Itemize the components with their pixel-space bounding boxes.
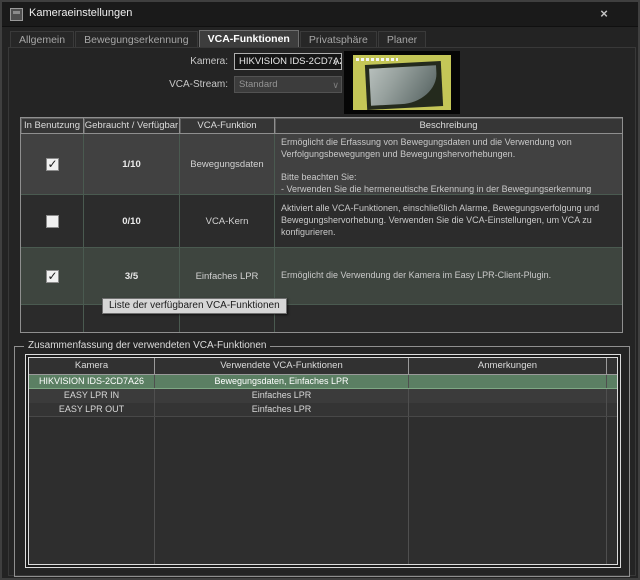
vca-stream-label: VCA-Stream:: [118, 79, 228, 90]
checkbox-vca-kern[interactable]: [46, 215, 59, 228]
camera-preview: [344, 51, 460, 114]
tab-bar: Allgemein Bewegungserkennung VCA-Funktio…: [10, 30, 427, 48]
summary-camera: HIKVISION IDS-2CD7A26: [29, 375, 155, 388]
vca-table-header: In Benutzung Gebraucht / Verfügbar VCA-F…: [21, 118, 622, 134]
tab-bewegungserkennung[interactable]: Bewegungserkennung: [75, 31, 198, 48]
camera-select[interactable]: HIKVISION IDS-2CD7A26 ∨: [234, 53, 342, 70]
tab-privatsphaere[interactable]: Privatsphäre: [300, 31, 377, 48]
summary-row-easy-lpr-in[interactable]: EASY LPR IN Einfaches LPR: [29, 389, 617, 403]
summary-row-hikvision[interactable]: HIKVISION IDS-2CD7A26 Bewegungsdaten, Ei…: [29, 375, 617, 389]
usage-value: 1/10: [84, 134, 180, 195]
summary-camera: EASY LPR OUT: [29, 403, 155, 416]
header-verwendete-vca-funktionen: Verwendete VCA-Funktionen: [155, 358, 409, 374]
summary-group-title: Zusammenfassung der verwendeten VCA-Funk…: [24, 340, 270, 351]
camera-preview-photo: [353, 55, 451, 110]
app-window-icon: [10, 8, 23, 21]
function-name: VCA-Kern: [180, 195, 275, 248]
tab-allgemein[interactable]: Allgemein: [10, 31, 74, 48]
header-vca-funktion: VCA-Funktion: [180, 118, 275, 134]
summary-functions: Einfaches LPR: [155, 403, 409, 416]
title-bar: Kameraeinstellungen ×: [2, 2, 638, 27]
vca-stream-select[interactable]: Standard ∨: [234, 76, 342, 93]
framed-road-scene: [365, 61, 443, 110]
chevron-down-icon: ∨: [332, 55, 339, 70]
function-description: Aktiviert alle VCA-Funktionen, einschlie…: [275, 195, 622, 248]
summary-row-easy-lpr-out[interactable]: EASY LPR OUT Einfaches LPR: [29, 403, 617, 417]
summary-table-frame: Kamera Verwendete VCA-Funktionen Anmerku…: [25, 354, 621, 568]
vca-stream-select-value: Standard: [239, 79, 278, 90]
camera-label: Kamera:: [118, 56, 228, 67]
close-icon[interactable]: ×: [596, 7, 612, 22]
usage-value: 3/5: [84, 248, 180, 305]
function-name: Einfaches LPR: [180, 248, 275, 305]
header-anmerkungen: Anmerkungen: [409, 358, 607, 374]
checkbox-einfaches-lpr[interactable]: [46, 270, 59, 283]
camera-select-value: HIKVISION IDS-2CD7A26: [239, 56, 342, 67]
chevron-down-icon: ∨: [332, 78, 339, 93]
camera-settings-dialog: Kameraeinstellungen × Allgemein Bewegung…: [0, 0, 640, 580]
summary-camera: EASY LPR IN: [29, 389, 155, 403]
table-row-bewegungsdaten: 1/10 Bewegungsdaten Ermöglicht die Erfas…: [21, 134, 622, 195]
summary-notes: [409, 403, 607, 416]
function-name: Bewegungsdaten: [180, 134, 275, 195]
checkbox-bewegungsdaten[interactable]: [46, 158, 59, 171]
summary-empty-space: [29, 417, 617, 564]
summary-notes: [409, 389, 607, 403]
function-description: Ermöglicht die Verwendung der Kamera im …: [275, 248, 622, 305]
summary-groupbox: Zusammenfassung der verwendeten VCA-Funk…: [14, 346, 630, 577]
table-row-einfaches-lpr: 3/5 Einfaches LPR Ermöglicht die Verwend…: [21, 248, 622, 305]
header-beschreibung: Beschreibung: [275, 118, 622, 134]
usage-value: 0/10: [84, 195, 180, 248]
function-description: Ermöglicht die Erfassung von Bewegungsda…: [275, 134, 622, 195]
summary-table-header: Kamera Verwendete VCA-Funktionen Anmerku…: [29, 358, 617, 375]
page-title: Kameraeinstellungen: [29, 7, 132, 19]
header-gebraucht-verfuegbar: Gebraucht / Verfügbar: [84, 118, 180, 134]
header-kamera: Kamera: [29, 358, 155, 374]
summary-functions: Bewegungsdaten, Einfaches LPR: [155, 375, 409, 388]
table-row-vca-kern: 0/10 VCA-Kern Aktiviert alle VCA-Funktio…: [21, 195, 622, 248]
tab-planer[interactable]: Planer: [378, 31, 426, 48]
tab-vca-funktionen[interactable]: VCA-Funktionen: [199, 30, 299, 48]
header-in-benutzung: In Benutzung: [21, 118, 84, 134]
timestamp-overlay: [356, 58, 398, 61]
tooltip: Liste der verfügbaren VCA-Funktionen: [102, 298, 287, 314]
summary-functions: Einfaches LPR: [155, 389, 409, 403]
summary-notes: [409, 375, 607, 388]
